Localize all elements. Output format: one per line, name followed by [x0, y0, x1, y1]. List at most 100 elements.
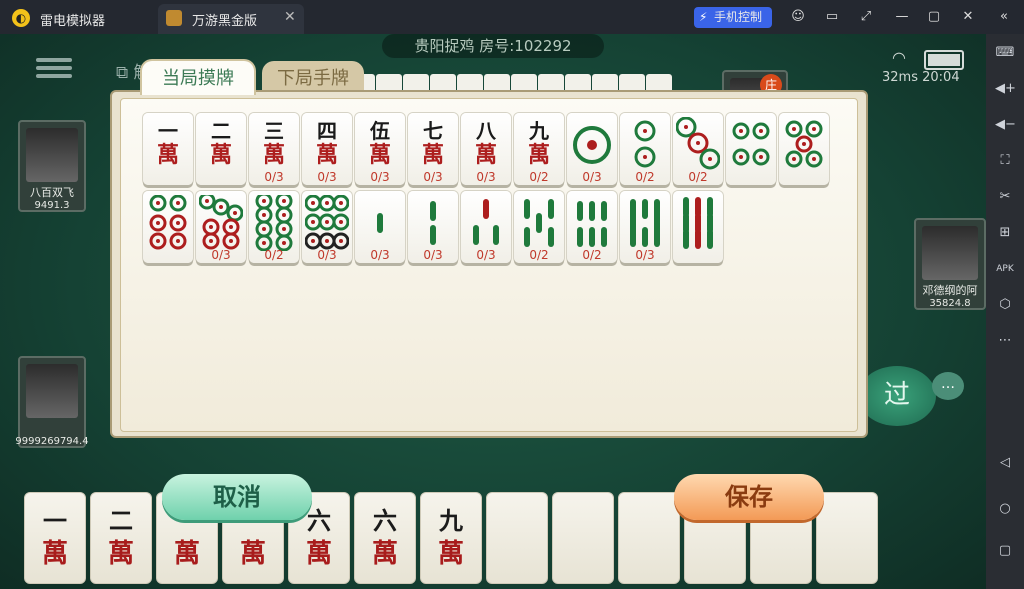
tile-remaining-count: 0/3	[370, 170, 390, 184]
tile-tiao-3[interactable]: 0/3	[461, 191, 511, 263]
tile-wan-character: 萬	[262, 143, 285, 168]
pip-center	[812, 157, 816, 161]
hand-tile[interactable]	[486, 492, 548, 584]
player-score: 9491.3	[34, 200, 70, 211]
hand-tile[interactable]	[552, 492, 614, 584]
app-tab[interactable]: 万游黑金版 ✕	[158, 4, 304, 34]
tile-wan-伍[interactable]: 伍萬 0/3	[355, 113, 405, 185]
player-right[interactable]: 邓德纲的阿 35824.8	[914, 218, 986, 310]
volume-down-icon[interactable]: ◀−	[995, 116, 1016, 134]
pass-button[interactable]: 过	[858, 366, 936, 426]
bamboo-stick	[377, 213, 383, 233]
pip-center	[282, 227, 286, 231]
apk-icon[interactable]: APK	[995, 260, 1015, 278]
add-icon[interactable]: ⊞	[995, 224, 1015, 242]
more-icon[interactable]: ⋯	[995, 332, 1015, 350]
tile-wan-一[interactable]: 一萬	[143, 113, 193, 185]
tile-wan-二[interactable]: 二萬	[196, 113, 246, 185]
pip-center	[696, 141, 700, 145]
phone-control-button[interactable]: ⚡ 手机控制	[694, 7, 772, 28]
tile-tong-3[interactable]: 0/2	[673, 113, 723, 185]
tile-tong-5[interactable]	[779, 113, 829, 185]
user-icon[interactable]: ☺	[790, 9, 806, 24]
tile-picker-panel: 一萬二萬三萬 0/3 四萬 0/3 伍萬 0/3 七萬 0/3 八萬 0/3 九萬 0/2 0/3 0/2…	[110, 90, 868, 438]
recents-icon[interactable]: ▢	[995, 542, 1015, 560]
tile-tiao-8[interactable]: 0/3	[620, 191, 670, 263]
hand-tile[interactable]	[816, 492, 878, 584]
tile-wan-九[interactable]: 九萬 0/2	[514, 113, 564, 185]
pip-center	[262, 199, 266, 203]
hand-tile[interactable]: 九萬	[420, 492, 482, 584]
close-window-icon[interactable]: ✕	[960, 9, 976, 24]
tile-remaining-count: 0/3	[423, 170, 443, 184]
bamboo-stick	[630, 227, 636, 247]
tile-tong-6[interactable]	[143, 191, 193, 263]
pip-center	[311, 201, 315, 205]
bamboo-stick	[683, 229, 689, 249]
tab-current-draw[interactable]: 当局摸牌	[140, 59, 256, 95]
player-bottom-left[interactable]: 9999269794.4	[15, 356, 89, 448]
tile-wan-八[interactable]: 八萬 0/3	[461, 113, 511, 185]
tile-tiao-6[interactable]: 0/2	[567, 191, 617, 263]
bamboo-stick	[589, 201, 595, 221]
bamboo-stick	[524, 199, 530, 219]
menu-icon[interactable]	[36, 54, 72, 84]
hand-tile[interactable]: 二萬	[90, 492, 152, 584]
tiao-pips-icon	[377, 213, 383, 233]
tile-tong-8[interactable]: 0/2	[249, 191, 299, 263]
back-icon[interactable]: ◁	[995, 454, 1015, 472]
close-tab-icon[interactable]: ✕	[284, 9, 296, 25]
pip-center	[325, 239, 329, 243]
tile-grid: 一萬二萬三萬 0/3 四萬 0/3 伍萬 0/3 七萬 0/3 八萬 0/3 九萬 0/2 0/3 0/2…	[120, 98, 858, 432]
tile-remaining-count: 0/3	[370, 248, 390, 262]
volume-up-icon[interactable]: ◀+	[995, 80, 1016, 98]
pip-center	[792, 127, 796, 131]
tile-tong-9[interactable]: 0/3	[302, 191, 352, 263]
tile-tiao-1[interactable]: 0/3	[355, 191, 405, 263]
player-name: 八百双飞	[30, 186, 74, 199]
clock-value: 20:04	[922, 70, 960, 85]
pip-center	[802, 142, 806, 146]
maximize-icon[interactable]: ▢	[926, 9, 942, 24]
emulator-sidebar: ⌨ ◀+ ◀− ⛶ ✂ ⊞ APK ⬡ ⋯ ◁ ○ ▢	[986, 34, 1024, 589]
tong-pips-icon	[199, 195, 243, 250]
tile-tiao-5[interactable]: 0/2	[514, 191, 564, 263]
chat-icon[interactable]: …	[932, 372, 964, 400]
tile-tong-4[interactable]	[726, 113, 776, 185]
app-tab-label: 万游黑金版	[192, 14, 258, 29]
tile-tong-7[interactable]: 0/3	[196, 191, 246, 263]
bamboo-stick	[654, 227, 660, 247]
cancel-button[interactable]: 取消	[162, 474, 312, 520]
tile-wan-四[interactable]: 四萬 0/3	[302, 113, 352, 185]
bamboo-stick	[430, 201, 436, 221]
scissors-icon[interactable]: ✂	[995, 188, 1015, 206]
settings-icon[interactable]: ⬡	[995, 296, 1015, 314]
save-button[interactable]: 保存	[674, 474, 824, 520]
tile-tong-2[interactable]: 0/2	[620, 113, 670, 185]
bamboo-stick	[548, 227, 554, 247]
tile-tiao-2[interactable]: 0/3	[408, 191, 458, 263]
minimize-icon[interactable]: —	[894, 9, 910, 24]
hand-tile[interactable]: 六萬	[354, 492, 416, 584]
hand-tile[interactable]	[618, 492, 680, 584]
screenshot-icon[interactable]: ⛶	[995, 152, 1015, 170]
hand-tile[interactable]: 一萬	[24, 492, 86, 584]
tile-remaining-count: 0/2	[529, 170, 549, 184]
tile-remaining-count: 0/2	[688, 170, 708, 184]
phone-control-label: 手机控制	[714, 10, 763, 24]
tile-tiao-9[interactable]	[673, 191, 723, 263]
lightning-icon: ⚡	[699, 10, 708, 24]
ping-value: 32ms	[882, 70, 918, 85]
tile-tong-1[interactable]: 0/3	[567, 113, 617, 185]
player-left[interactable]: 八百双飞 9491.3	[18, 120, 86, 212]
mail-icon[interactable]: ▭	[824, 9, 840, 24]
tile-remaining-count: 0/3	[264, 170, 284, 184]
tong-pips-icon	[573, 126, 611, 164]
tiao-pips-icon	[430, 201, 436, 245]
home-icon[interactable]: ○	[995, 500, 1015, 518]
restore-icon[interactable]: ⤢	[858, 9, 874, 24]
keyboard-icon[interactable]: ⌨	[995, 44, 1015, 62]
tile-wan-七[interactable]: 七萬 0/3	[408, 113, 458, 185]
tile-wan-三[interactable]: 三萬 0/3	[249, 113, 299, 185]
collapse-sidebar-icon[interactable]: «	[996, 9, 1012, 24]
